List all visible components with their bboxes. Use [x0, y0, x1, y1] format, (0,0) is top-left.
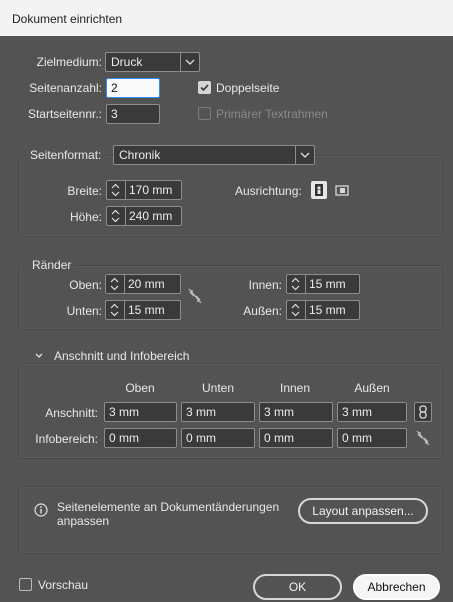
- anschnitt-unten-input[interactable]: 3 mm: [181, 402, 255, 422]
- layout-info-line-2: anpassen: [57, 514, 110, 528]
- info-oben-input[interactable]: 0 mm: [104, 428, 177, 448]
- aussen-label: Außen:: [243, 304, 282, 318]
- anschnitt-oben-input[interactable]: 3 mm: [104, 402, 177, 422]
- seitenformat-value: Chronik: [119, 148, 161, 162]
- portrait-orientation-icon[interactable]: [311, 181, 327, 199]
- up-down-arrows-icon[interactable]: [287, 301, 306, 319]
- breite-value: 170 mm: [129, 183, 173, 197]
- info-aussen-input[interactable]: 0 mm: [337, 428, 407, 448]
- anschnitt-aussen-input[interactable]: 3 mm: [337, 402, 407, 422]
- startseite-input[interactable]: 3: [106, 104, 160, 124]
- hoehe-label: Höhe:: [69, 210, 102, 224]
- hoehe-value: 240 mm: [129, 209, 173, 223]
- oben-value: 20 mm: [128, 277, 165, 291]
- breite-label: Breite:: [67, 184, 102, 198]
- document-setup-dialog: Dokument einrichten Zielmedium: Druck Se…: [0, 0, 453, 602]
- chevron-down-icon: [180, 53, 199, 71]
- seitenformat-label: Seitenformat:: [27, 148, 105, 162]
- innen-spinner[interactable]: 15 mm: [286, 274, 360, 294]
- chain-link-icon[interactable]: [414, 402, 432, 422]
- primaer-checkbox[interactable]: [198, 107, 211, 120]
- ok-button[interactable]: OK: [253, 574, 342, 600]
- seitenformat-select[interactable]: Chronik: [113, 145, 315, 165]
- col-innen: Innen: [279, 381, 311, 395]
- seitenanzahl-label: Seitenanzahl:: [29, 81, 102, 95]
- layout-info-line-1: Seitenelemente an Dokumentänderungen: [57, 500, 280, 514]
- oben-spinner[interactable]: 20 mm: [105, 274, 181, 294]
- primaer-label: Primärer Textrahmen: [216, 107, 328, 121]
- up-down-arrows-icon[interactable]: [106, 301, 125, 319]
- raender-panel: [18, 265, 443, 330]
- raender-title: Ränder: [29, 258, 75, 272]
- info-unten-input[interactable]: 0 mm: [181, 428, 255, 448]
- up-down-arrows-icon[interactable]: [106, 275, 125, 293]
- up-down-arrows-icon[interactable]: [107, 181, 126, 199]
- up-down-arrows-icon[interactable]: [287, 275, 306, 293]
- up-down-arrows-icon[interactable]: [107, 207, 126, 225]
- unten-value: 15 mm: [128, 303, 165, 317]
- anschnitt-title: Anschnitt und Infobereich: [51, 349, 193, 363]
- dialog-title: Dokument einrichten: [12, 12, 123, 26]
- innen-value: 15 mm: [309, 277, 346, 291]
- anschnitt-innen-input[interactable]: 3 mm: [259, 402, 333, 422]
- zielmedium-label: Zielmedium:: [36, 55, 102, 69]
- hoehe-spinner[interactable]: 240 mm: [106, 206, 182, 226]
- col-aussen: Außen: [354, 381, 390, 395]
- aussen-value: 15 mm: [309, 303, 346, 317]
- broken-chain-link-icon[interactable]: [188, 288, 202, 304]
- abbrechen-button[interactable]: Abbrechen: [353, 574, 440, 600]
- zielmedium-value: Druck: [111, 55, 143, 69]
- innen-label: Innen:: [248, 278, 282, 292]
- anschnitt-row-label: Anschnitt:: [45, 406, 98, 420]
- doppelseite-label: Doppelseite: [216, 81, 280, 95]
- vorschau-checkbox[interactable]: [19, 578, 32, 591]
- unten-label: Unten:: [66, 304, 102, 318]
- chevron-down-icon: [295, 146, 314, 164]
- breite-spinner[interactable]: 170 mm: [106, 180, 182, 200]
- col-oben: Oben: [125, 381, 155, 395]
- zielmedium-select[interactable]: Druck: [105, 52, 200, 72]
- col-unten: Unten: [201, 381, 235, 395]
- seitenanzahl-input[interactable]: 2: [106, 78, 160, 98]
- oben-label: Oben:: [69, 278, 102, 292]
- landscape-orientation-icon[interactable]: [333, 181, 351, 199]
- layout-anpassen-button[interactable]: Layout anpassen...: [298, 498, 428, 524]
- infobereich-row-label: Infobereich:: [35, 432, 98, 446]
- doppelseite-checkbox[interactable]: [198, 81, 211, 94]
- unten-spinner[interactable]: 15 mm: [105, 300, 181, 320]
- ausrichtung-label: Ausrichtung:: [235, 184, 302, 198]
- broken-chain-link-icon[interactable]: [415, 429, 431, 447]
- layout-info-text: Seitenelemente an Dokumentänderungen anp…: [57, 500, 297, 528]
- chevron-down-icon[interactable]: [32, 350, 46, 362]
- info-innen-input[interactable]: 0 mm: [259, 428, 333, 448]
- aussen-spinner[interactable]: 15 mm: [286, 300, 360, 320]
- title-bar: Dokument einrichten: [0, 0, 453, 36]
- vorschau-label: Vorschau: [38, 578, 89, 592]
- startseite-label: Startseitennr.:: [27, 107, 102, 121]
- info-icon: [34, 503, 48, 517]
